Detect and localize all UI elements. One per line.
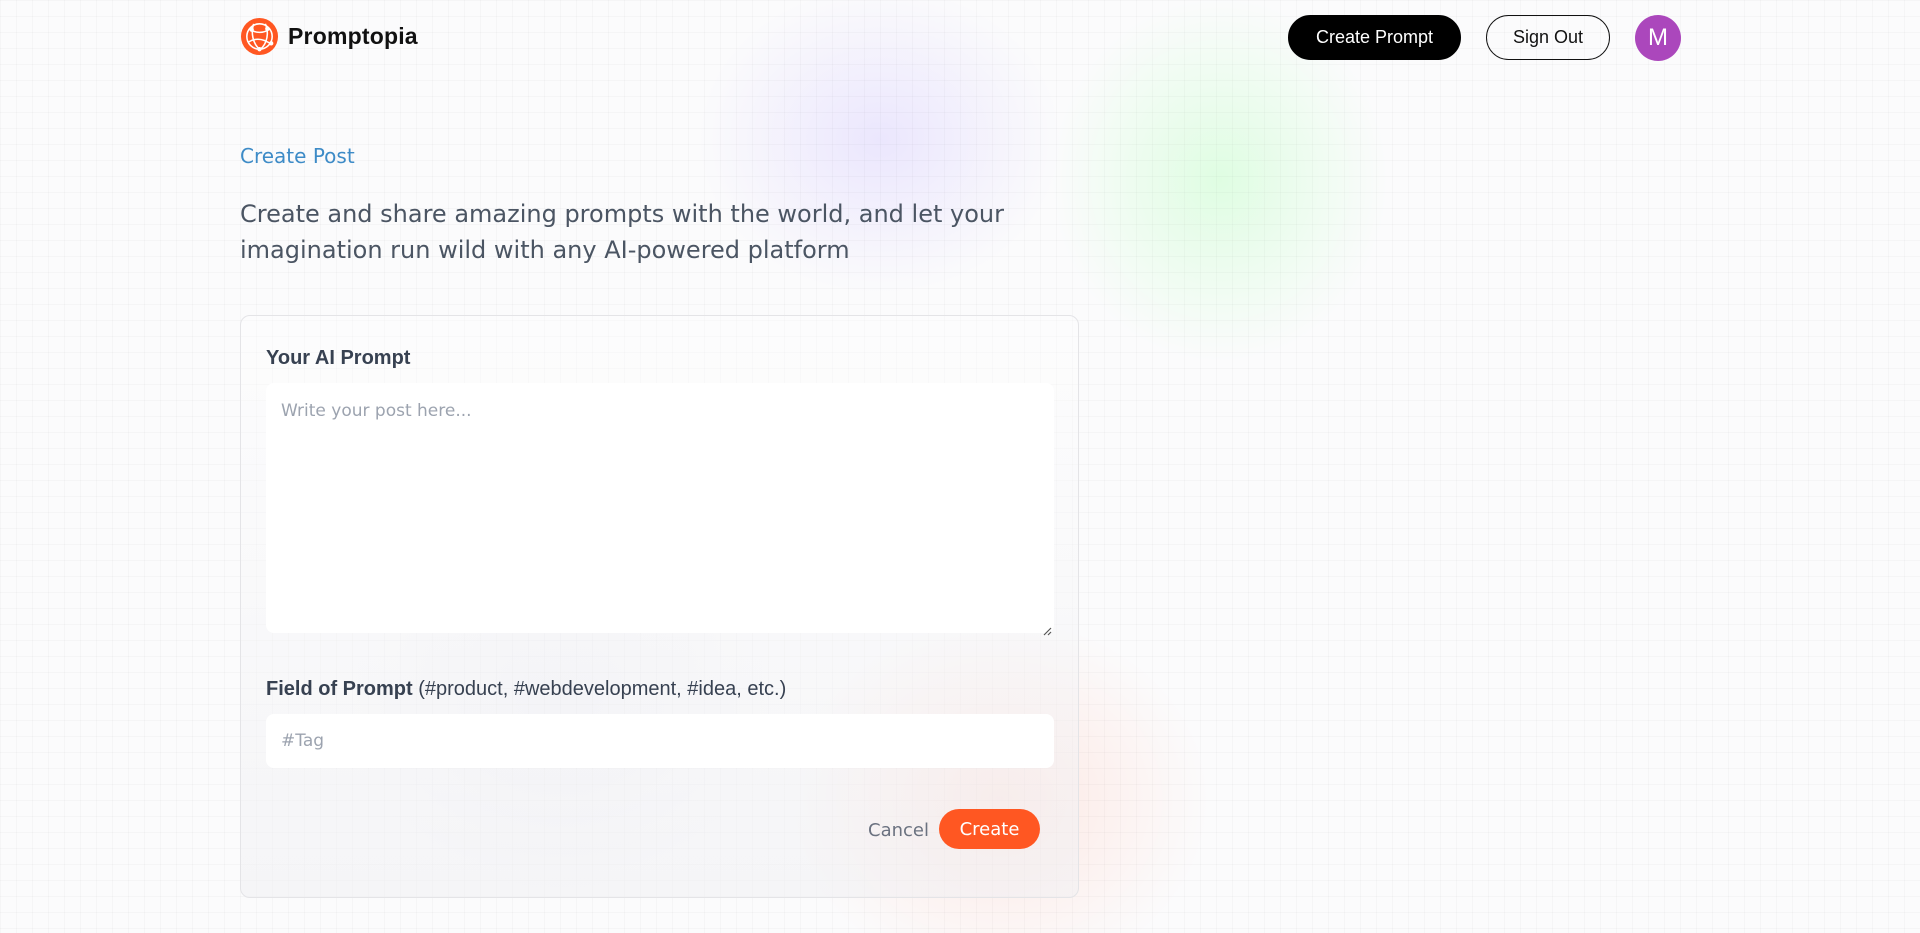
globe-network-icon — [240, 17, 279, 56]
prompt-placeholder: Write your post here... — [281, 401, 472, 421]
page-description: Create and share amazing prompts with th… — [240, 200, 1004, 264]
create-post-form: Your AI Prompt Write your post here... F… — [240, 315, 1079, 898]
brand-logo-link[interactable]: Promptopia — [240, 17, 418, 56]
tag-placeholder: #Tag — [281, 731, 325, 751]
tag-input[interactable]: #Tag — [266, 714, 1054, 768]
prompt-textarea[interactable]: Write your post here... — [266, 383, 1054, 636]
resize-handle-icon[interactable] — [1042, 621, 1052, 636]
cancel-link[interactable]: Cancel — [868, 820, 929, 841]
user-avatar[interactable]: M — [1635, 15, 1681, 61]
tag-label-hint: (#product, #webdevelopment, #idea, etc.) — [412, 678, 787, 700]
sign-out-button[interactable]: Sign Out — [1486, 15, 1610, 60]
prompt-label: Your AI Prompt — [266, 347, 411, 369]
page: Promptopia Create Prompt Sign Out M Crea… — [0, 0, 1920, 933]
top-nav: Promptopia Create Prompt Sign Out M — [240, 15, 1681, 61]
create-prompt-button[interactable]: Create Prompt — [1288, 15, 1461, 60]
create-button[interactable]: Create — [939, 809, 1040, 849]
tag-label-title: Field of Prompt — [266, 678, 413, 700]
page-title: Create Post — [240, 144, 355, 168]
brand-name: Promptopia — [288, 23, 418, 49]
tag-label: Field of Prompt (#product, #webdevelopme… — [266, 678, 786, 701]
